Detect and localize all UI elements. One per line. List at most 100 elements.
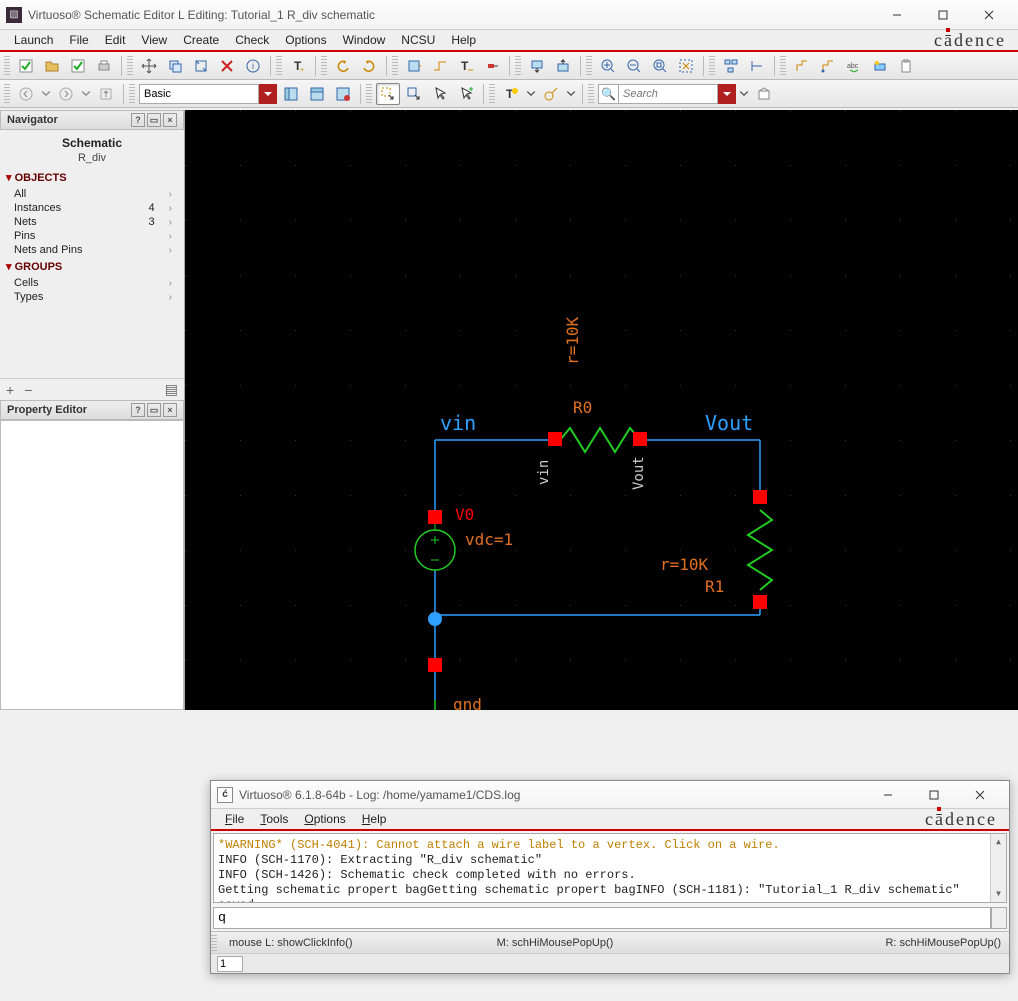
pin-button[interactable] bbox=[480, 55, 504, 77]
nav-row-nets[interactable]: Nets3› bbox=[0, 215, 184, 229]
scroll-down-icon[interactable]: ▾ bbox=[991, 886, 1006, 902]
nav-up-button[interactable] bbox=[94, 83, 118, 105]
open-button[interactable] bbox=[40, 55, 64, 77]
nav-add-icon[interactable]: + bbox=[6, 382, 14, 398]
menu-edit[interactable]: Edit bbox=[97, 31, 134, 49]
instance-button[interactable] bbox=[402, 55, 426, 77]
close-button[interactable] bbox=[966, 0, 1012, 30]
return-button[interactable] bbox=[551, 55, 575, 77]
hierarchy-button[interactable] bbox=[719, 55, 743, 77]
nav-fwd-button[interactable] bbox=[54, 83, 78, 105]
save-button[interactable] bbox=[66, 55, 90, 77]
nav-row-netspins[interactable]: Nets and Pins› bbox=[0, 243, 184, 257]
search-recent-button[interactable] bbox=[752, 83, 776, 105]
properties-button[interactable]: i bbox=[241, 55, 265, 77]
layout-button-2[interactable] bbox=[305, 83, 329, 105]
search-input[interactable] bbox=[618, 84, 718, 104]
minimize-button[interactable] bbox=[874, 0, 920, 30]
ciw-menu-help[interactable]: Help bbox=[354, 810, 395, 828]
search-dd[interactable] bbox=[718, 84, 736, 104]
menu-create[interactable]: Create bbox=[175, 31, 227, 49]
annotate-button[interactable]: T bbox=[499, 83, 523, 105]
layout-del-button[interactable] bbox=[331, 83, 355, 105]
menu-window[interactable]: Window bbox=[335, 31, 394, 49]
redo-button[interactable] bbox=[357, 55, 381, 77]
nav-row-types[interactable]: Types› bbox=[0, 290, 184, 304]
move-button[interactable] bbox=[137, 55, 161, 77]
select-partial-button[interactable] bbox=[402, 83, 426, 105]
abc-button[interactable]: abc bbox=[842, 55, 866, 77]
nav-back-button[interactable] bbox=[14, 83, 38, 105]
nav-row-instances[interactable]: Instances4› bbox=[0, 201, 184, 215]
menu-launch[interactable]: Launch bbox=[6, 31, 61, 49]
menu-help[interactable]: Help bbox=[443, 31, 484, 49]
workspace-combo[interactable] bbox=[139, 83, 277, 105]
workspace-dd-icon[interactable] bbox=[259, 84, 277, 104]
ciw-command-input[interactable] bbox=[213, 907, 991, 929]
propeditor-undock-icon[interactable]: ▭ bbox=[147, 403, 161, 417]
zoom-select-button[interactable] bbox=[674, 55, 698, 77]
navigator-close-icon[interactable]: × bbox=[163, 113, 177, 127]
scroll-up-icon[interactable]: ▴ bbox=[991, 834, 1006, 850]
nav-list-icon[interactable]: ▤ bbox=[165, 381, 178, 398]
nav-row-pins[interactable]: Pins› bbox=[0, 229, 184, 243]
cursor-plus-button[interactable] bbox=[454, 83, 478, 105]
ciw-menu-tools[interactable]: Tools bbox=[252, 810, 296, 828]
probe-button[interactable] bbox=[539, 83, 563, 105]
menu-file[interactable]: File bbox=[61, 31, 96, 49]
nav-remove-icon[interactable]: − bbox=[24, 382, 32, 398]
ciw-menu-file[interactable]: File bbox=[217, 810, 252, 828]
nav-dd2-button[interactable] bbox=[80, 83, 92, 105]
nav-dd-button[interactable] bbox=[40, 83, 52, 105]
descend-button[interactable] bbox=[525, 55, 549, 77]
print-button[interactable] bbox=[92, 55, 116, 77]
propeditor-help-icon[interactable]: ? bbox=[131, 403, 145, 417]
highlight-button[interactable] bbox=[868, 55, 892, 77]
nav-row-all[interactable]: All› bbox=[0, 187, 184, 201]
wire-button[interactable] bbox=[428, 55, 452, 77]
propeditor-close-icon[interactable]: × bbox=[163, 403, 177, 417]
wire-name-button[interactable]: T bbox=[454, 55, 478, 77]
menu-view[interactable]: View bbox=[133, 31, 175, 49]
maximize-button[interactable] bbox=[920, 0, 966, 30]
ciw-scrollbar[interactable]: ▴ ▾ bbox=[990, 834, 1006, 902]
ciw-close-button[interactable] bbox=[957, 780, 1003, 810]
ciw-log[interactable]: *WARNING* (SCH-4041): Cannot attach a wi… bbox=[213, 833, 1007, 903]
ciw-minimize-button[interactable] bbox=[865, 780, 911, 810]
delete-button[interactable] bbox=[215, 55, 239, 77]
schematic-canvas[interactable]: R0 r=10K R1 r=10K V0 bbox=[185, 110, 1018, 710]
search-combo[interactable]: 🔍 bbox=[598, 83, 736, 105]
nav-section-groups[interactable]: GROUPS bbox=[0, 257, 184, 276]
navigator-help-icon[interactable]: ? bbox=[131, 113, 145, 127]
menu-options[interactable]: Options bbox=[277, 31, 334, 49]
workspace-input[interactable] bbox=[139, 84, 259, 104]
navigator-undock-icon[interactable]: ▭ bbox=[147, 113, 161, 127]
menu-ncsu[interactable]: NCSU bbox=[393, 31, 443, 49]
clipboard-button[interactable] bbox=[894, 55, 918, 77]
cursor-button[interactable] bbox=[428, 83, 452, 105]
ciw-maximize-button[interactable] bbox=[911, 780, 957, 810]
layout-button-1[interactable] bbox=[279, 83, 303, 105]
select-full-button[interactable] bbox=[376, 83, 400, 105]
stretch-button[interactable] bbox=[189, 55, 213, 77]
ciw-line-number[interactable] bbox=[217, 956, 243, 972]
add-text-button[interactable]: T+ bbox=[286, 55, 310, 77]
route-button[interactable] bbox=[790, 55, 814, 77]
net-tool-button[interactable] bbox=[745, 55, 769, 77]
zoom-out-button[interactable] bbox=[622, 55, 646, 77]
ciw-menu-options[interactable]: Options bbox=[296, 810, 353, 828]
annotate-dd[interactable] bbox=[525, 83, 537, 105]
search-opts-dd[interactable] bbox=[738, 83, 750, 105]
ciw-input-side[interactable] bbox=[991, 907, 1007, 929]
zoom-fit-button[interactable] bbox=[648, 55, 672, 77]
copy-button[interactable] bbox=[163, 55, 187, 77]
menu-check[interactable]: Check bbox=[227, 31, 277, 49]
undo-button[interactable] bbox=[331, 55, 355, 77]
zoom-in-button[interactable] bbox=[596, 55, 620, 77]
probe-dd[interactable] bbox=[565, 83, 577, 105]
ciw-window[interactable]: ć Virtuoso® 6.1.8-64b - Log: /home/yamam… bbox=[210, 780, 1010, 974]
route2-button[interactable] bbox=[816, 55, 840, 77]
nav-row-cells[interactable]: Cells› bbox=[0, 276, 184, 290]
nav-section-objects[interactable]: OBJECTS bbox=[0, 168, 184, 187]
check-save-button[interactable] bbox=[14, 55, 38, 77]
